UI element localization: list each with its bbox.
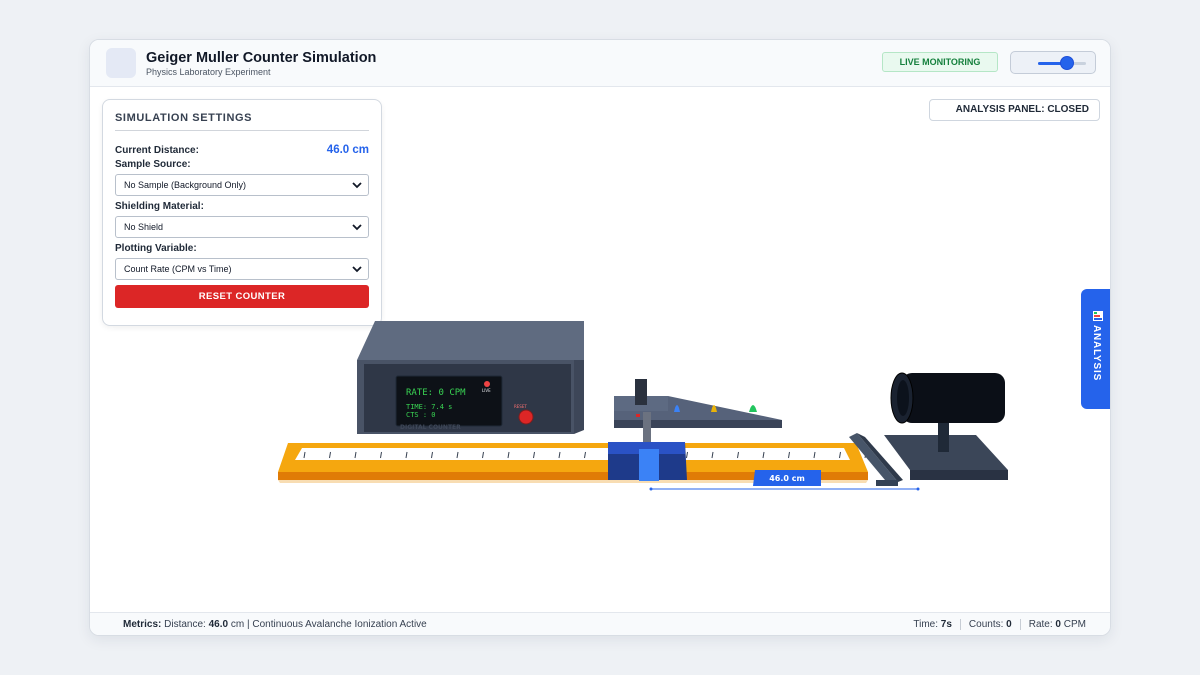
- rate-label: Rate:: [1028, 619, 1053, 630]
- counts-label: Counts:: [968, 619, 1004, 630]
- digital-counter-device: RATE: 0 CPM TIME: 7.4 s CTS : 0 LIVE RES…: [357, 321, 584, 434]
- rate-value: 0: [1055, 619, 1061, 630]
- lab-scene: RATE: 0 CPM TIME: 7.4 s CTS : 0 LIVE RES…: [278, 321, 1008, 491]
- gm-tube-detector: [884, 372, 1008, 480]
- rate-stat: Rate: 0 CPM: [1019, 619, 1094, 630]
- time-stat: Time: 7s: [905, 619, 960, 630]
- footer-distance-value: 46.0: [208, 619, 229, 630]
- time-display: TIME: 7.4 s: [406, 403, 452, 411]
- counts-value: 0: [1006, 619, 1012, 630]
- device-brand: DIGITAL COUNTER: [400, 424, 461, 431]
- distance-tag: 46.0 cm: [769, 474, 805, 483]
- time-label: Time:: [913, 619, 939, 630]
- rate-unit: CPM: [1063, 619, 1086, 630]
- status-footer: Metrics: Distance: 46.0 cm | Continuous …: [90, 612, 1110, 635]
- app-window: Geiger Muller Counter Simulation Physics…: [89, 39, 1111, 636]
- time-value: 7s: [940, 619, 952, 630]
- live-led-label: LIVE: [482, 388, 491, 393]
- reset-led-label: RESET: [514, 404, 527, 409]
- source-slot-green[interactable]: [749, 405, 757, 412]
- footer-distance-label: Distance:: [164, 619, 206, 630]
- counts-display: CTS : 0: [406, 411, 436, 419]
- source-shelf: [614, 379, 782, 428]
- metrics-label: Metrics:: [123, 619, 162, 630]
- footer-distance-unit: cm: [230, 619, 245, 630]
- metrics-summary: Metrics: Distance: 46.0 cm | Continuous …: [123, 619, 427, 630]
- live-led: [484, 381, 490, 387]
- device-reset-button[interactable]: [518, 409, 534, 425]
- live-stats: Time: 7s Counts: 0 Rate: 0 CPM: [905, 619, 1094, 630]
- counts-stat: Counts: 0: [959, 619, 1020, 630]
- ionization-status: | Continuous Avalanche Ionization Active: [246, 619, 427, 630]
- rate-display: RATE: 0 CPM: [406, 388, 466, 398]
